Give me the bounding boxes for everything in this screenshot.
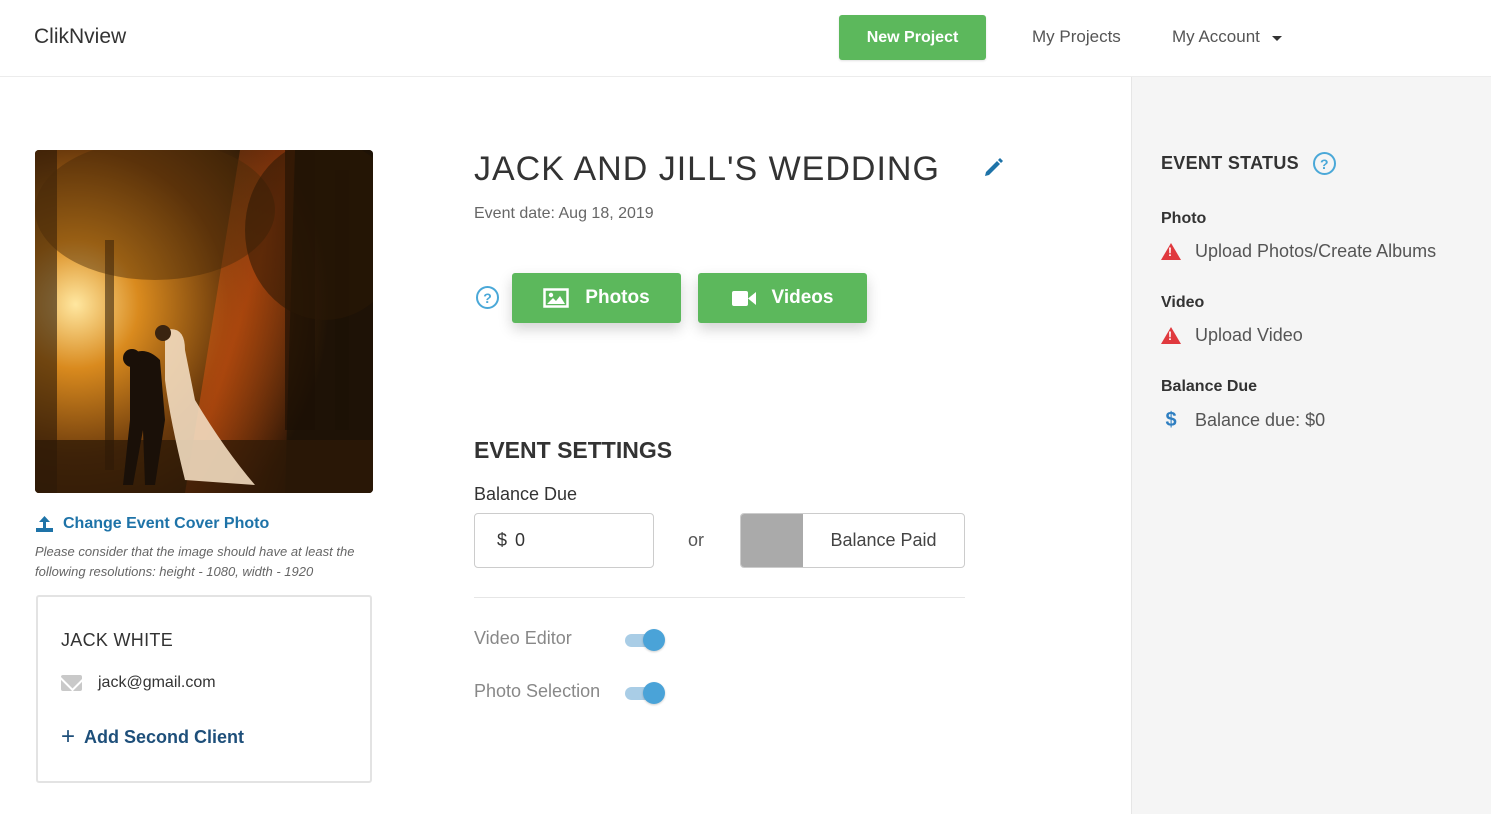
client-email-value: jack@gmail.com: [98, 674, 216, 691]
image-icon: [543, 288, 570, 308]
upload-icon: [36, 516, 53, 532]
toggle-knob: [643, 682, 665, 704]
event-cover-photo: [35, 150, 373, 493]
status-balance-text: Balance due: $0: [1195, 410, 1326, 430]
status-balance-item: $ Balance due: $0: [1161, 409, 1325, 432]
status-photo-item[interactable]: Upload Photos/Create Albums: [1161, 241, 1436, 262]
brand-logo[interactable]: ClikNview: [34, 25, 126, 49]
or-separator: or: [688, 530, 705, 550]
add-second-client-button[interactable]: + Add Second Client: [61, 725, 244, 749]
plus-icon: +: [61, 723, 76, 750]
status-video-text: Upload Video: [1195, 325, 1303, 345]
videos-button[interactable]: Videos: [698, 273, 867, 323]
dollar-icon: $: [1165, 409, 1177, 431]
envelope-icon: [61, 675, 82, 691]
nav-my-account[interactable]: My Account: [1172, 27, 1282, 47]
videos-button-label: Videos: [771, 287, 834, 308]
nav-my-account-label: My Account: [1172, 27, 1260, 46]
client-card: JACK WHITE jack@gmail.com + Add Second C…: [36, 595, 372, 783]
event-settings-heading: EVENT SETTINGS: [474, 437, 673, 463]
status-photo-label: Photo: [1161, 210, 1207, 227]
status-video-item[interactable]: Upload Video: [1161, 325, 1303, 346]
new-project-button[interactable]: New Project: [839, 15, 986, 60]
status-photo-text: Upload Photos/Create Albums: [1195, 241, 1437, 261]
status-balance-label: Balance Due: [1161, 378, 1258, 395]
event-status-heading: EVENT STATUS ?: [1161, 152, 1336, 175]
photo-selection-label: Photo Selection: [474, 681, 601, 701]
video-camera-icon: [731, 290, 756, 307]
video-editor-label: Video Editor: [474, 628, 572, 648]
top-navbar: ClikNview New Project My Projects My Acc…: [0, 0, 1491, 77]
client-name: JACK WHITE: [61, 630, 174, 650]
photo-selection-toggle[interactable]: [625, 682, 665, 704]
balance-due-label: Balance Due: [474, 484, 578, 504]
status-video-label: Video: [1161, 294, 1205, 311]
event-title: JACK AND JILL'S WEDDING: [474, 150, 940, 188]
settings-divider: [474, 597, 965, 598]
photos-button-label: Photos: [585, 287, 650, 308]
help-question-icon[interactable]: ?: [476, 286, 499, 309]
change-cover-photo-link[interactable]: Change Event Cover Photo: [36, 515, 269, 533]
client-email: jack@gmail.com: [61, 674, 216, 692]
nav-my-projects[interactable]: My Projects: [1032, 27, 1121, 47]
help-question-icon[interactable]: ?: [1312, 152, 1336, 175]
toggle-knob: [643, 629, 665, 651]
add-second-client-label: Add Second Client: [84, 726, 245, 747]
currency-symbol: $: [497, 530, 508, 550]
video-editor-toggle[interactable]: [625, 629, 665, 651]
event-status-title: EVENT STATUS: [1161, 153, 1299, 173]
change-cover-photo-label: Change Event Cover Photo: [63, 515, 270, 532]
event-status-panel: EVENT STATUS ? Photo Upload Photos/Creat…: [1131, 77, 1491, 814]
event-date: Event date: Aug 18, 2019: [474, 205, 654, 222]
cover-resolution-note: Please consider that the image should ha…: [35, 544, 355, 579]
balance-paid-label: Balance Paid: [830, 530, 937, 550]
photos-button[interactable]: Photos: [512, 273, 681, 323]
caret-down-icon: [1271, 35, 1282, 41]
balance-paid-toggle[interactable]: Balance Paid: [740, 513, 965, 568]
warning-icon: [1161, 327, 1181, 344]
balance-due-input[interactable]: $ 0: [474, 513, 654, 568]
balance-due-value: 0: [515, 530, 526, 550]
warning-icon: [1161, 243, 1181, 260]
balance-paid-swatch: [741, 514, 803, 567]
pencil-edit-icon[interactable]: [983, 157, 1004, 178]
